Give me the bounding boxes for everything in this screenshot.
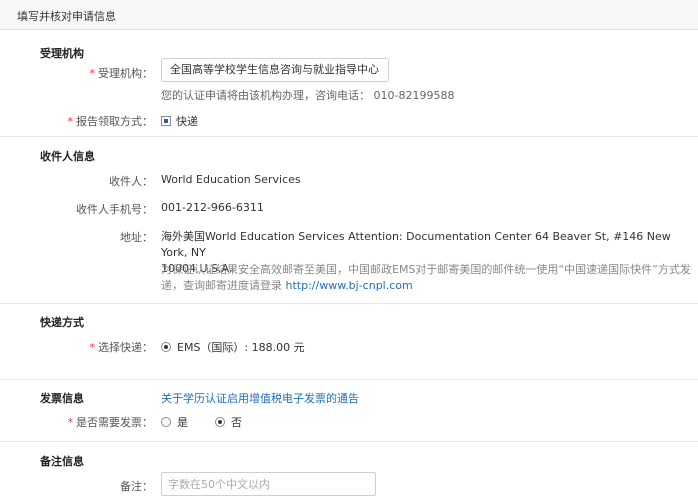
section-title-remarks: 备注信息 — [40, 455, 84, 468]
recipient-phone-label: 收件人手机号： — [76, 203, 153, 216]
invoice-notice-link[interactable]: 关于学历认证启用增值税电子发票的通告 — [161, 390, 359, 406]
required-mark: * — [89, 341, 96, 354]
remarks-label: 备注： — [120, 480, 153, 493]
invoice-no-radio[interactable] — [215, 417, 225, 427]
invoice-yes-label: 是 — [177, 416, 188, 429]
remarks-input[interactable] — [161, 472, 376, 496]
section-title-agency: 受理机构 — [40, 47, 84, 60]
express-checkbox[interactable] — [161, 116, 171, 126]
recipient-phone-value: 001-212-966-6311 — [161, 201, 264, 214]
tracking-link[interactable]: http://www.bj-cnpl.com — [286, 279, 413, 292]
agency-hint: 您的认证申请将由该机构办理，咨询电话： 010-82199588 — [161, 89, 455, 102]
divider — [0, 303, 698, 304]
address-line-1: 海外美国World Education Services Attention: … — [161, 230, 671, 259]
mailing-note-line-2: 递，查询邮寄进度请登录 — [161, 279, 286, 292]
invoice-need-label: * 是否需要发票： — [67, 416, 154, 429]
page-header: 填写并核对申请信息 — [0, 0, 698, 30]
section-title-recipient: 收件人信息 — [40, 150, 95, 163]
agency-field-label: * 受理机构： — [89, 67, 154, 80]
agency-input-value: 全国高等学校学生信息咨询与就业指导中心 — [170, 63, 379, 76]
section-title-invoice: 发票信息 — [40, 392, 84, 405]
recipient-name-label: 收件人： — [109, 175, 153, 188]
shipping-select-label: * 选择快递： — [89, 341, 154, 354]
recipient-name-value: World Education Services — [161, 173, 301, 186]
express-option-label: 快递 — [176, 115, 198, 128]
page-title: 填写并核对申请信息 — [17, 10, 116, 23]
ems-option-label: EMS（国际）: 188.00 元 — [177, 341, 305, 354]
required-mark: * — [67, 416, 74, 429]
agency-input[interactable]: 全国高等学校学生信息咨询与就业指导中心 — [161, 58, 389, 82]
ems-radio[interactable] — [161, 342, 171, 352]
section-title-shipping: 快递方式 — [40, 316, 84, 329]
invoice-option-yes[interactable]: 是 — [161, 414, 188, 430]
recipient-address-label: 地址： — [120, 231, 153, 244]
invoice-no-label: 否 — [231, 416, 242, 429]
report-method-option[interactable]: 快递 — [161, 113, 198, 129]
mailing-note-line-1: 为保证认证结果安全高效邮寄至美国，中国邮政EMS对于邮寄美国的邮件统一使用“中国… — [161, 263, 691, 276]
required-mark: * — [89, 67, 96, 80]
mailing-note: 为保证认证结果安全高效邮寄至美国，中国邮政EMS对于邮寄美国的邮件统一使用“中国… — [161, 262, 691, 294]
report-method-label: * 报告领取方式： — [67, 115, 154, 128]
divider — [0, 441, 698, 442]
divider — [0, 379, 698, 380]
divider — [0, 136, 698, 137]
invoice-yes-radio[interactable] — [161, 417, 171, 427]
shipping-option-ems[interactable]: EMS（国际）: 188.00 元 — [161, 339, 305, 355]
required-mark: * — [67, 115, 74, 128]
invoice-option-no[interactable]: 否 — [215, 414, 242, 430]
